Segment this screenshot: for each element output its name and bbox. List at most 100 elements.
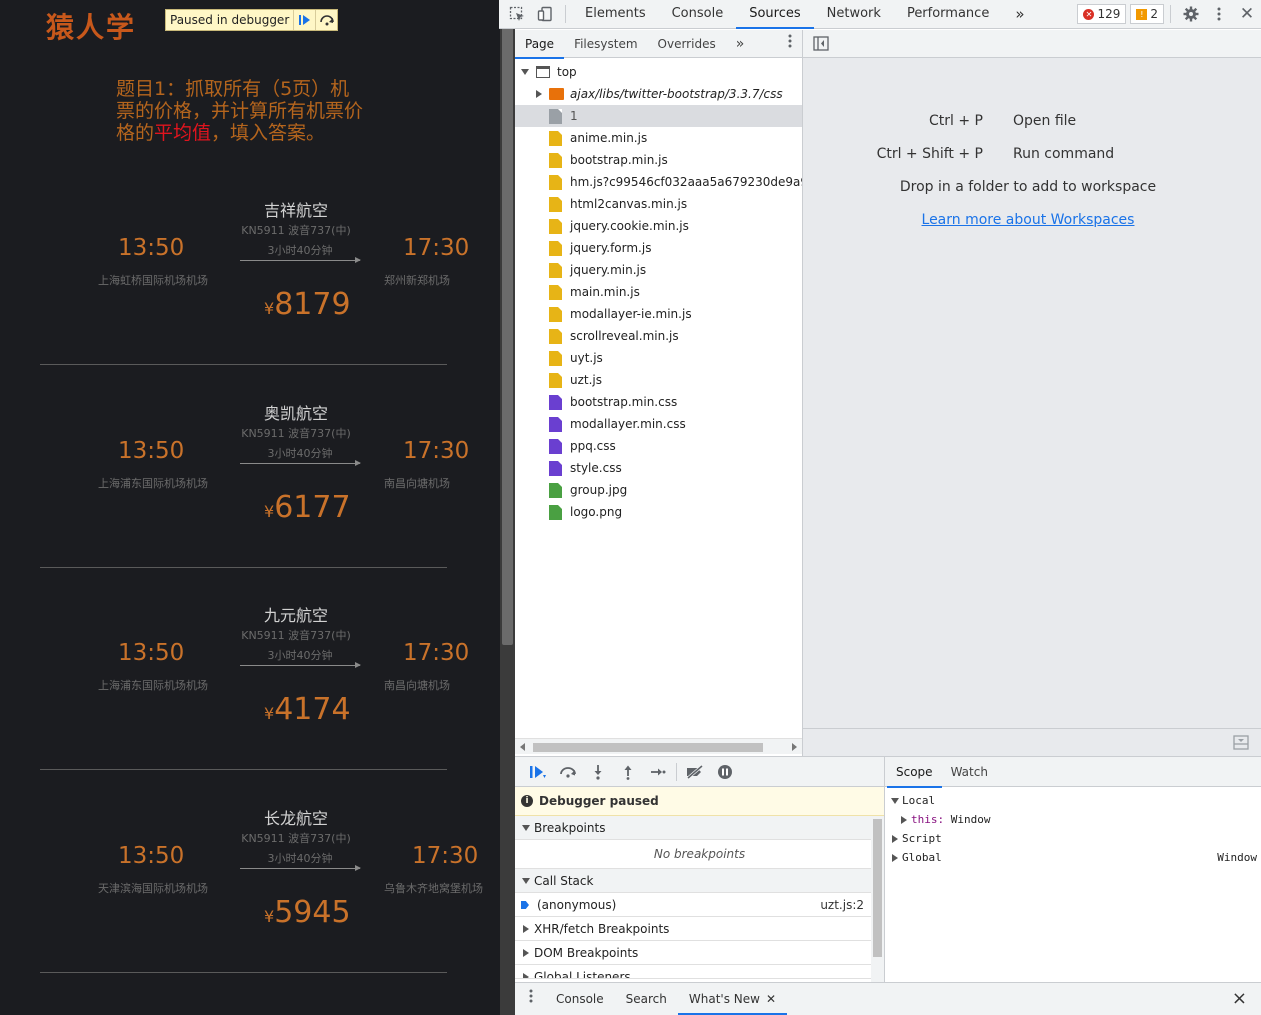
tree-node-label: jquery.form.js: [570, 241, 652, 255]
navigator-tab-filesystem[interactable]: Filesystem: [564, 30, 647, 58]
xhr-breakpoints-section-header[interactable]: XHR/fetch Breakpoints: [515, 917, 884, 941]
navigator-tabs: Page Filesystem Overrides »: [515, 30, 802, 59]
tab-network[interactable]: Network: [814, 0, 894, 28]
tree-node-file[interactable]: modallayer.min.css: [515, 413, 802, 435]
navigator-more-icon[interactable]: »: [726, 30, 755, 58]
dom-breakpoints-section-header[interactable]: DOM Breakpoints: [515, 941, 884, 965]
tree-node-file[interactable]: anime.min.js: [515, 127, 802, 149]
tree-node-file[interactable]: jquery.form.js: [515, 237, 802, 259]
sidebar-tab-scope[interactable]: Scope: [887, 757, 942, 788]
tree-node-file[interactable]: logo.png: [515, 501, 802, 523]
step-into-icon[interactable]: [583, 759, 613, 785]
tree-node-file[interactable]: html2canvas.min.js: [515, 193, 802, 215]
tab-sources[interactable]: Sources: [736, 0, 815, 29]
toggle-navigator-icon[interactable]: [813, 36, 829, 54]
global-listeners-section-header[interactable]: Global Listeners: [515, 965, 884, 979]
tree-node-file[interactable]: modallayer-ie.min.js: [515, 303, 802, 325]
flight-divider: [40, 567, 447, 568]
tree-node-file[interactable]: hm.js?c99546cf032aaa5a679230de9a95c: [515, 171, 802, 193]
frame-icon: [536, 66, 550, 78]
tree-node-selected-document[interactable]: 1: [515, 105, 802, 127]
page-scrollbar-thumb[interactable]: [502, 0, 513, 645]
error-count-badge[interactable]: ✕ 129: [1077, 4, 1127, 24]
breakpoints-section-header[interactable]: Breakpoints: [515, 816, 884, 840]
site-logo[interactable]: 猿人学: [46, 6, 136, 46]
currency-symbol: ¥: [264, 907, 275, 926]
customize-menu-icon[interactable]: [1205, 0, 1233, 28]
scope-script[interactable]: Script: [885, 829, 1261, 848]
settings-gear-icon[interactable]: [1177, 0, 1205, 28]
navigator-tab-overrides[interactable]: Overrides: [648, 30, 726, 58]
tree-node-file[interactable]: ppq.css: [515, 435, 802, 457]
navigator-menu-icon[interactable]: [778, 30, 802, 58]
step-over-icon[interactable]: [315, 10, 337, 30]
tree-node-file[interactable]: bootstrap.min.js: [515, 149, 802, 171]
debugger-paused-banner: i Debugger paused: [515, 787, 884, 816]
debugger-paused-label: Debugger paused: [539, 794, 659, 808]
resume-icon[interactable]: [293, 10, 315, 30]
resume-script-icon[interactable]: [523, 759, 553, 785]
learn-workspaces-link[interactable]: Learn more about Workspaces: [803, 204, 1253, 237]
step-out-icon[interactable]: [613, 759, 643, 785]
step-icon[interactable]: [643, 759, 673, 785]
call-frame-row[interactable]: (anonymous) uzt.js:2: [515, 893, 884, 917]
editor-placeholder: Ctrl + P Open file Ctrl + Shift + P Run …: [803, 30, 1261, 756]
tab-elements[interactable]: Elements: [572, 0, 659, 28]
warning-count-badge[interactable]: ! 2: [1130, 4, 1164, 24]
pause-on-exceptions-icon[interactable]: [710, 759, 740, 785]
info-icon: i: [521, 795, 533, 807]
tree-node-file[interactable]: bootstrap.min.css: [515, 391, 802, 413]
tree-node-label: logo.png: [570, 505, 623, 519]
sidebar-tab-watch[interactable]: Watch: [942, 757, 997, 787]
scope-tree: Local this: Window Script Global Window: [885, 787, 1261, 867]
drawer-menu-icon[interactable]: [515, 983, 545, 1015]
tree-node-label: ajax/libs/twitter-bootstrap/3.3.7/css: [570, 87, 783, 101]
scope-global[interactable]: Global Window: [885, 848, 1261, 867]
inspect-element-icon[interactable]: [503, 0, 531, 28]
tab-performance[interactable]: Performance: [894, 0, 1002, 28]
close-devtools-icon[interactable]: ✕: [1233, 0, 1261, 28]
tree-node-folder[interactable]: ajax/libs/twitter-bootstrap/3.3.7/css: [515, 83, 802, 105]
deactivate-breakpoints-icon[interactable]: [680, 759, 710, 785]
arrival-time: 17:30: [403, 438, 470, 464]
step-over-icon[interactable]: [553, 759, 583, 785]
expand-triangle-icon: [521, 69, 529, 75]
scope-panel: Scope Watch Local this: Window Script Glo…: [885, 756, 1261, 982]
tree-node-file[interactable]: group.jpg: [515, 479, 802, 501]
navigator-hscroll-thumb[interactable]: [533, 743, 763, 752]
no-breakpoints-text: No breakpoints: [515, 840, 884, 869]
tree-node-file[interactable]: main.min.js: [515, 281, 802, 303]
drawer-tab-search[interactable]: Search: [615, 983, 678, 1015]
debugger-vscroll-thumb[interactable]: [873, 819, 882, 957]
navigator-tab-page[interactable]: Page: [515, 30, 565, 59]
call-stack-section-header[interactable]: Call Stack: [515, 869, 884, 893]
scope-label: Script: [902, 832, 942, 845]
airline-name: 奥凯航空: [263, 404, 328, 423]
currency-symbol: ¥: [264, 299, 275, 318]
device-toolbar-icon[interactable]: [531, 0, 559, 28]
tree-node-file[interactable]: style.css: [515, 457, 802, 479]
tree-node-file[interactable]: jquery.min.js: [515, 259, 802, 281]
tree-node-file[interactable]: uyt.js: [515, 347, 802, 369]
debugger-vscrollbar[interactable]: [871, 817, 884, 983]
navigator-hscrollbar[interactable]: [515, 738, 802, 754]
tree-node-file[interactable]: scrollreveal.min.js: [515, 325, 802, 347]
scroll-right-arrow-icon[interactable]: [792, 743, 797, 751]
more-tabs-button[interactable]: »: [1002, 0, 1037, 28]
departure-time: 13:50: [118, 843, 185, 869]
scope-this[interactable]: this: Window: [885, 810, 1261, 829]
tab-console[interactable]: Console: [659, 0, 737, 28]
close-tab-icon[interactable]: ✕: [766, 992, 776, 1006]
tree-node-top[interactable]: top: [515, 61, 802, 83]
toggle-debugger-sidebar-icon[interactable]: [1233, 735, 1249, 753]
scope-local[interactable]: Local: [885, 791, 1261, 810]
tree-node-file[interactable]: jquery.cookie.min.js: [515, 215, 802, 237]
drawer-tab-what-s-new[interactable]: What's New ✕: [677, 983, 788, 1015]
drawer-tab-console[interactable]: Console: [545, 983, 615, 1015]
ticket-price: ¥8179: [264, 287, 351, 322]
close-drawer-icon[interactable]: ×: [1221, 983, 1261, 1015]
scroll-left-arrow-icon[interactable]: [520, 743, 525, 751]
tree-node-file[interactable]: uzt.js: [515, 369, 802, 391]
call-frame-location[interactable]: uzt.js:2: [820, 893, 864, 917]
page-scrollbar[interactable]: [500, 0, 515, 1015]
